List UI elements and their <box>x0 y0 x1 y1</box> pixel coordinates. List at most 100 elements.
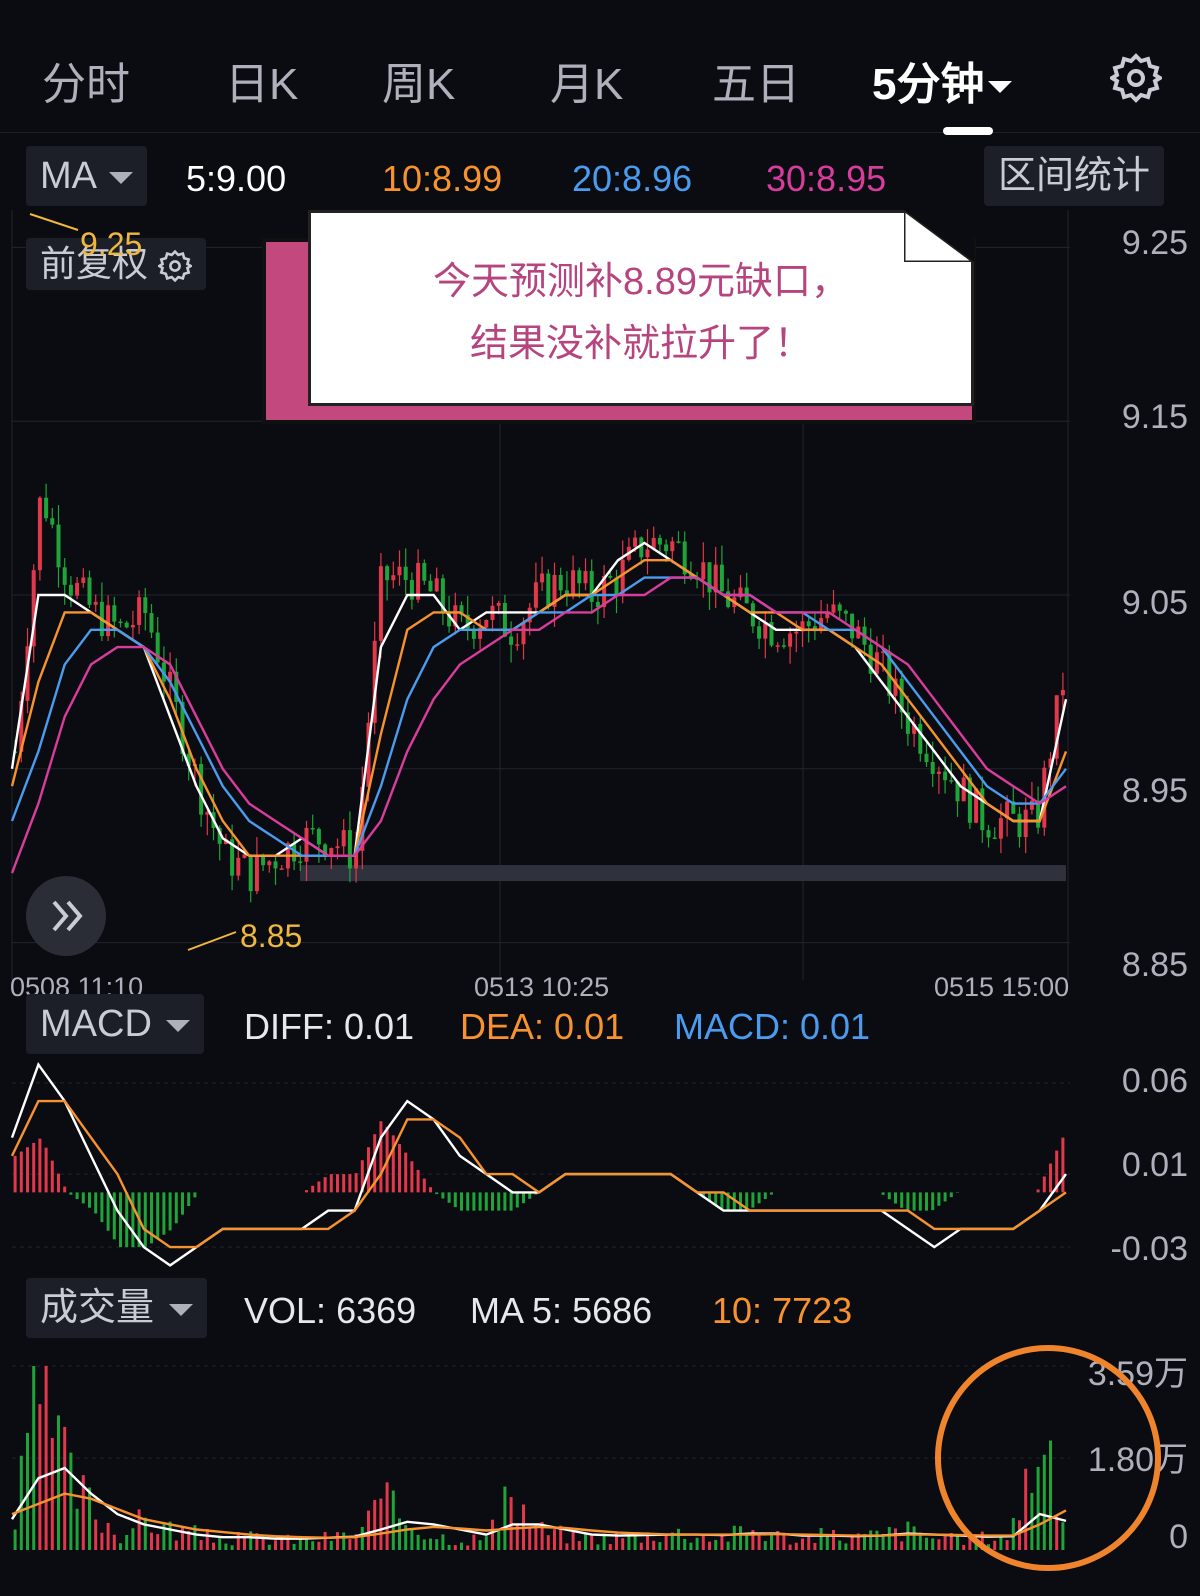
candle-body <box>87 577 92 605</box>
macd-axis-label: -0.03 <box>1110 1230 1189 1268</box>
macd-legend: MACD: 0.01 <box>674 1006 870 1048</box>
candle-body <box>496 603 501 606</box>
macd-indicator-selector[interactable]: MACD <box>26 994 205 1054</box>
candle-body <box>409 580 414 600</box>
candle-body <box>794 631 799 634</box>
candle-body <box>50 518 55 525</box>
volume-indicator-selector[interactable]: 成交量 <box>26 1278 207 1338</box>
macd-selector-label: MACD <box>40 1003 152 1045</box>
candle-body <box>434 578 439 592</box>
high-marker-pointer <box>29 213 79 231</box>
candle-body <box>645 549 650 558</box>
tab-weekly-k[interactable]: 周K <box>382 48 455 112</box>
macd-axis-label: 0.01 <box>1121 1146 1188 1184</box>
low-price-marker: 8.85 <box>240 918 303 954</box>
diff-legend: DIFF: 0.01 <box>244 1006 414 1048</box>
candle-body <box>564 590 569 594</box>
time-axis-label: 0515 15:00 <box>934 972 1070 1002</box>
candle-body <box>37 497 42 571</box>
candle-body <box>676 541 681 543</box>
candle-body <box>583 571 588 584</box>
candle-body <box>378 566 383 641</box>
candle-body <box>608 575 613 578</box>
candle-body <box>341 830 346 847</box>
macd-label: MACD: <box>674 1006 790 1047</box>
candle-body <box>1029 800 1034 810</box>
gap-band <box>300 865 1066 882</box>
macd-chart[interactable] <box>0 1050 1200 1280</box>
candle-body <box>639 537 644 558</box>
tab-5-minute[interactable]: 5分钟 <box>872 48 1013 112</box>
price-axis-label: 9.25 <box>1121 224 1188 262</box>
candle-body <box>775 645 780 647</box>
candle-body <box>974 788 979 823</box>
macd-value: 0.01 <box>800 1006 871 1047</box>
candle-body <box>44 497 49 519</box>
candle-body <box>81 577 86 583</box>
candle-body <box>93 601 98 605</box>
dea-legend: DEA: 0.01 <box>460 1006 624 1048</box>
ma10-value: 10:8.99 <box>382 158 503 199</box>
chevron-down-icon <box>988 81 1013 94</box>
tab-monthly-k[interactable]: 月K <box>550 48 623 112</box>
candle-body <box>757 626 762 639</box>
diff-value: 0.01 <box>344 1006 415 1047</box>
dea-value: 0.01 <box>554 1006 625 1047</box>
vol-ma5-label: MA 5: <box>470 1290 563 1331</box>
high-price-marker: 9.25 <box>80 226 143 262</box>
candle-body <box>112 605 117 622</box>
candle-body <box>143 597 148 614</box>
candle-body <box>664 544 669 552</box>
candle-body <box>279 868 284 870</box>
candle-body <box>75 582 80 596</box>
candle-body <box>540 573 545 583</box>
vol-ma10-legend: 10: 7723 <box>712 1290 852 1332</box>
tab-intraday[interactable]: 分时 <box>42 48 130 112</box>
candle-body <box>397 566 402 576</box>
vol-value: 6369 <box>336 1290 417 1331</box>
range-stats-button[interactable]: 区间统计 <box>984 146 1165 206</box>
volume-selector-label: 成交量 <box>40 1287 155 1329</box>
candle-body <box>199 764 204 815</box>
tab-5-minute-label: 5分钟 <box>872 60 985 109</box>
tab-daily-k[interactable]: 日K <box>225 48 298 112</box>
candle-body <box>998 818 1003 839</box>
candle-body <box>509 636 514 645</box>
candle-body <box>843 610 848 614</box>
candle-body <box>831 604 836 613</box>
candle-body <box>657 537 662 545</box>
vol-ma10-value: 7723 <box>772 1290 853 1331</box>
candle-body <box>521 622 526 645</box>
candle-body <box>68 584 73 596</box>
annotation-callout: 今天预测补8.89元缺口， 结果没补就拉升了！ <box>308 210 974 406</box>
candle-body <box>62 567 67 585</box>
candle-body <box>930 762 935 775</box>
candle-body <box>936 771 941 775</box>
tab-five-day[interactable]: 五日 <box>712 48 800 112</box>
candle-body <box>924 753 929 763</box>
candle-body <box>701 562 706 580</box>
candle-body <box>484 619 489 628</box>
ma5-value: 5:9.00 <box>186 158 287 199</box>
gear-icon[interactable] <box>1110 52 1162 104</box>
vol-label: VOL: <box>244 1290 327 1331</box>
price-axis-label: 8.95 <box>1121 772 1188 810</box>
candle-body <box>515 644 520 646</box>
expand-sidebar-button[interactable] <box>26 876 106 956</box>
candle-body <box>149 613 154 633</box>
vol-legend: VOL: 6369 <box>244 1290 416 1332</box>
candle-body <box>56 524 61 568</box>
candle-body <box>806 621 811 627</box>
candle-body <box>242 854 247 858</box>
candle-body <box>502 603 507 637</box>
ma-indicator-selector[interactable]: MA <box>26 146 148 206</box>
annotation-line-2: 结果没补就拉升了！ <box>469 323 812 365</box>
candle-body <box>137 597 142 625</box>
chevron-down-icon <box>166 1019 191 1032</box>
vol-ma10-label: 10: <box>712 1290 763 1331</box>
candle-body <box>385 566 390 581</box>
price-axis-label: 8.85 <box>1121 946 1188 984</box>
vol-ma5-value: 5686 <box>572 1290 653 1331</box>
candle-body <box>992 837 997 840</box>
candle-body <box>788 633 793 647</box>
